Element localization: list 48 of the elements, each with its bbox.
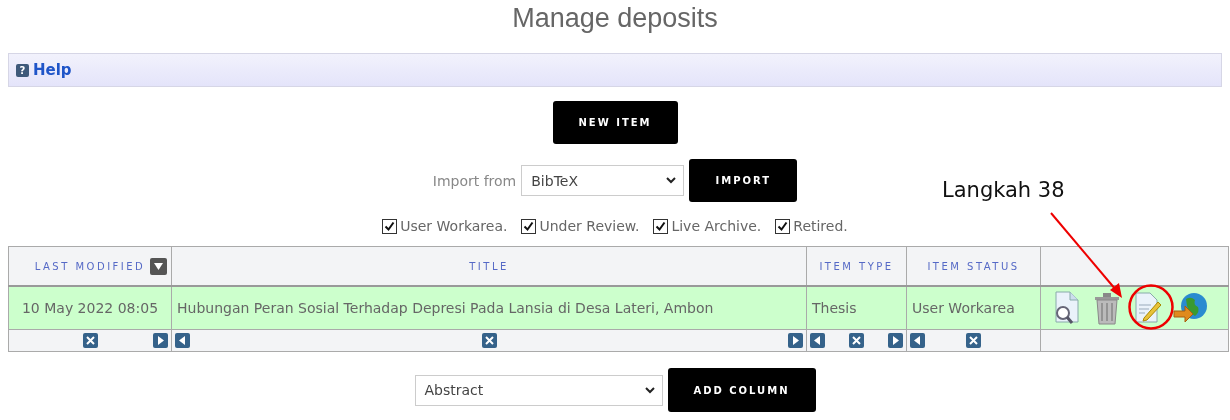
column-header[interactable]: LAST MODIFIED [8, 246, 172, 286]
table-cell: Hubungan Peran Sosial Terhadap Depresi Pada Lansia di Desa Lateri, Ambon [171, 286, 807, 330]
table-cell: 10 May 2022 08:05 [8, 286, 172, 330]
page-title: Manage deposits [511, 2, 719, 35]
table-cell: Thesis [806, 286, 907, 330]
move-left-icon[interactable] [810, 333, 825, 348]
chevron-icon [666, 177, 677, 184]
move-right-icon[interactable] [888, 333, 903, 348]
checkbox-label: Live Archive. [671, 218, 762, 234]
column-header-label[interactable]: TITLE [469, 260, 509, 272]
remove-column-icon[interactable] [481, 333, 497, 348]
column-header-label[interactable]: ITEM TYPE [819, 260, 894, 272]
import-button[interactable]: IMPORT [689, 159, 798, 202]
column-header-label[interactable]: LAST MODIFIED [34, 260, 146, 272]
column-header-label[interactable]: ITEM STATUS [927, 260, 1020, 272]
column-header[interactable]: ITEM STATUS [906, 246, 1041, 286]
column-header[interactable]: ITEM TYPE [806, 246, 907, 286]
remove-column-icon[interactable] [82, 333, 98, 348]
magnifier-document-icon[interactable] [1053, 291, 1081, 325]
globe-arrow-icon[interactable] [1173, 292, 1209, 324]
trash-can-icon[interactable] [1093, 291, 1121, 325]
checkbox[interactable] [653, 218, 669, 234]
remove-column-icon[interactable] [849, 333, 864, 348]
move-left-icon[interactable] [910, 333, 925, 348]
import-label: Import from [432, 172, 517, 189]
annotation-label: Langkah 38 [942, 178, 1065, 202]
checkbox-label: Under Review. [539, 218, 640, 234]
sort-descending-icon[interactable] [150, 257, 167, 275]
add-column-button[interactable]: ADD COLUMN [667, 368, 816, 412]
pencil-document-icon[interactable] [1133, 291, 1161, 325]
checkbox[interactable] [521, 218, 537, 234]
chevron-icon [644, 386, 655, 394]
new-item-button[interactable]: NEW ITEM [552, 101, 678, 144]
checkbox[interactable] [775, 218, 791, 234]
checkbox-label: Retired. [793, 218, 848, 234]
help-bar[interactable]: ? Help [8, 53, 1222, 87]
move-right-icon[interactable] [153, 333, 168, 348]
column-select[interactable]: Abstract [414, 374, 663, 406]
move-left-icon[interactable] [175, 333, 190, 348]
move-right-icon[interactable] [788, 333, 803, 348]
table-cell: User Workarea [906, 286, 1041, 330]
import-format-select[interactable]: BibTeX [521, 165, 685, 196]
help-link[interactable]: Help [33, 61, 72, 79]
checkbox[interactable] [382, 218, 398, 234]
remove-column-icon[interactable] [966, 333, 981, 348]
help-icon: ? [16, 63, 29, 77]
column-header[interactable]: TITLE [171, 246, 807, 286]
checkbox-label: User Workarea. [400, 218, 508, 234]
